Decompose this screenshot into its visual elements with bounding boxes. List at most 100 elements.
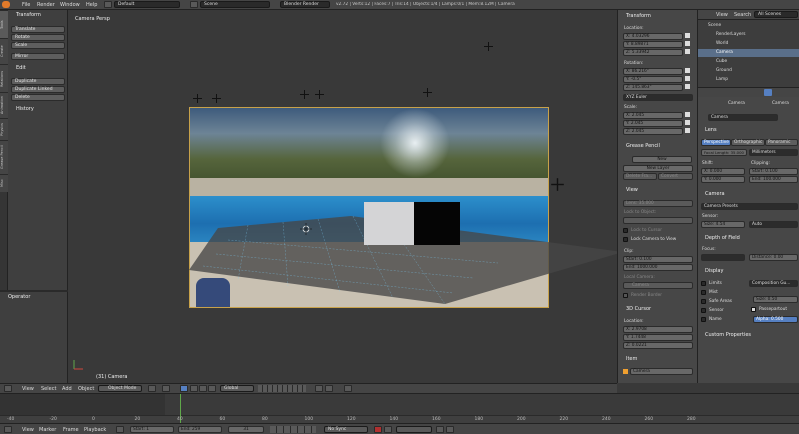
name-checkbox[interactable] (701, 317, 706, 322)
manipulator-icon[interactable] (180, 385, 188, 392)
outliner[interactable]: Scene RenderLayers World Camera Cube Gro… (698, 20, 799, 87)
orientation-select[interactable]: Global (220, 385, 254, 392)
lock-cursor-checkbox[interactable] (623, 228, 628, 233)
camera-datablock-field[interactable]: Camera (708, 114, 778, 121)
dof-panel-title[interactable]: Depth of Field (705, 235, 740, 241)
camera-presets-select[interactable]: Camera Presets (701, 203, 798, 210)
timeline-editor-icon[interactable] (4, 426, 12, 433)
outliner-item-lamp[interactable]: Lamp (716, 77, 728, 82)
lock-icon[interactable] (685, 112, 690, 134)
tab-relations[interactable]: Relations (0, 64, 8, 92)
tab-create[interactable]: Create (0, 38, 8, 64)
panel-history-header[interactable]: History (8, 106, 68, 113)
lock-object-field[interactable] (623, 217, 693, 224)
focal-length-field[interactable]: Focal Length: 35.000 (701, 149, 747, 156)
clip-end-field[interactable]: End: 1000.000 (623, 264, 693, 271)
start-frame-field[interactable]: Start: 1 (130, 426, 174, 433)
local-camera-field[interactable]: Camera (623, 282, 693, 289)
focus-object-field[interactable] (701, 254, 745, 261)
outliner-item-cube[interactable]: Cube (716, 59, 727, 64)
tab-physics[interactable]: Physics (0, 118, 8, 140)
custom-properties-title[interactable]: Custom Properties (705, 332, 751, 338)
delete-button[interactable]: Delete (11, 94, 65, 101)
rotate-manip-icon[interactable] (199, 385, 207, 392)
convert-button[interactable]: Convert (658, 173, 693, 180)
outliner-item-ground[interactable]: Ground (716, 68, 732, 73)
layer-buttons[interactable] (258, 385, 306, 392)
blender-logo-icon[interactable] (2, 1, 10, 8)
shift-x-field[interactable]: X: 0.000 (701, 168, 745, 175)
rotation-z-field[interactable]: Z: 145.863° (623, 84, 683, 91)
scale-button[interactable]: Scale (11, 42, 65, 49)
insert-key-icon[interactable] (436, 426, 444, 433)
clip-start-field[interactable]: Start: 0.100 (623, 256, 693, 263)
location-x-field[interactable]: X: 4.03296 (623, 33, 683, 40)
playback-controls[interactable] (270, 426, 316, 433)
lens-type-perspective[interactable]: Perspective (701, 139, 731, 146)
location-y-field[interactable]: Y: 8.89871 (623, 41, 683, 48)
scale-x-field[interactable]: X: 2.045 (623, 112, 683, 119)
rotate-button[interactable]: Rotate (11, 34, 65, 41)
camera-panel-title[interactable]: Camera (705, 191, 725, 197)
focus-distance-field[interactable]: Distance: 0.00 (749, 254, 798, 261)
item-name-field[interactable]: Camera (630, 368, 693, 375)
timeline[interactable]: -40 -20 0 20 40 60 80 100 120 140 160 180 200 220 240 2… (0, 393, 799, 424)
lock-icon[interactable] (685, 33, 690, 55)
lens-units-select[interactable]: Millimeters (749, 149, 798, 156)
scene-select[interactable]: Scene (200, 1, 270, 8)
keying-set-select[interactable] (396, 426, 432, 433)
cursor-z-field[interactable]: Z: 0.0221 (623, 342, 693, 349)
grease-pencil-title[interactable]: Grease Pencil (626, 143, 660, 149)
cube-object-front[interactable] (364, 202, 414, 245)
lens-field[interactable]: Lens: 35.000 (623, 200, 693, 207)
display-size-field[interactable]: Size: 0.50 (753, 296, 798, 303)
mist-checkbox[interactable] (701, 290, 706, 295)
tl-menu-playback[interactable]: Playback (84, 427, 106, 433)
rotation-mode-select[interactable]: XYZ Euler (623, 94, 693, 101)
new-layer-button[interactable]: New Layer (623, 165, 693, 172)
lens-type-orthographic[interactable]: Orthographic (731, 139, 765, 146)
outliner-search-menu[interactable]: Search (734, 12, 751, 18)
menu-window[interactable]: Window (60, 2, 80, 8)
sensor-fit-select[interactable]: Auto (749, 221, 798, 228)
lock-icon[interactable] (685, 68, 690, 90)
view-panel-title[interactable]: View (626, 187, 638, 193)
delete-frame-button[interactable]: Delete Fra... (623, 173, 657, 180)
shift-y-field[interactable]: Y: 0.000 (701, 176, 745, 183)
panel-edit-header[interactable]: Edit (8, 65, 68, 72)
translate-manip-icon[interactable] (190, 385, 198, 392)
outliner-item-world[interactable]: World (716, 41, 728, 46)
display-panel-title[interactable]: Display (705, 268, 723, 274)
preview-range-icon[interactable] (116, 426, 124, 433)
scale-manip-icon[interactable] (208, 385, 216, 392)
tab-grease-pencil[interactable]: Grease Pencil (0, 140, 8, 174)
tab-tools[interactable]: Tools (0, 10, 8, 38)
lock-camera-checkbox[interactable] (623, 237, 628, 242)
tl-menu-marker[interactable]: Marker (39, 427, 56, 433)
passepartout-alpha-field[interactable]: Alpha: 0.500 (753, 316, 798, 323)
cube-object-side[interactable] (414, 202, 460, 245)
composition-guides-select[interactable]: Composition Gu... (749, 280, 798, 287)
sync-mode-select[interactable]: No Sync (324, 426, 368, 433)
outliner-display-select[interactable]: All Scenes (754, 11, 798, 18)
vp-menu-view[interactable]: View (22, 386, 34, 392)
keying-set-icon[interactable] (384, 426, 392, 433)
camera-data-tab-icon[interactable] (764, 89, 772, 96)
pivot-icon[interactable] (162, 385, 170, 392)
lens-panel-title[interactable]: Lens (705, 127, 717, 133)
current-frame-field[interactable]: 31 (228, 426, 264, 433)
duplicate-linked-button[interactable]: Duplicate Linked (11, 86, 65, 93)
clip-start-prop-field[interactable]: Start: 0.100 (749, 168, 798, 175)
render-engine-select[interactable]: Blender Render (280, 1, 330, 8)
panel-operator-header[interactable]: Operator (0, 294, 68, 301)
outliner-item-scene[interactable]: Scene (708, 23, 721, 28)
item-panel-title[interactable]: Item (626, 356, 637, 362)
limits-checkbox[interactable] (701, 281, 706, 286)
cursor-x-field[interactable]: X: 2.9708 (623, 326, 693, 333)
duplicate-button[interactable]: Duplicate (11, 78, 65, 85)
3d-viewport[interactable]: Camera Persp (31) Camera (68, 10, 617, 383)
delete-key-icon[interactable] (446, 426, 454, 433)
scale-z-field[interactable]: Z: 2.045 (623, 128, 683, 135)
vp-menu-select[interactable]: Select (41, 386, 56, 392)
3d-cursor-title[interactable]: 3D Cursor (626, 306, 651, 312)
